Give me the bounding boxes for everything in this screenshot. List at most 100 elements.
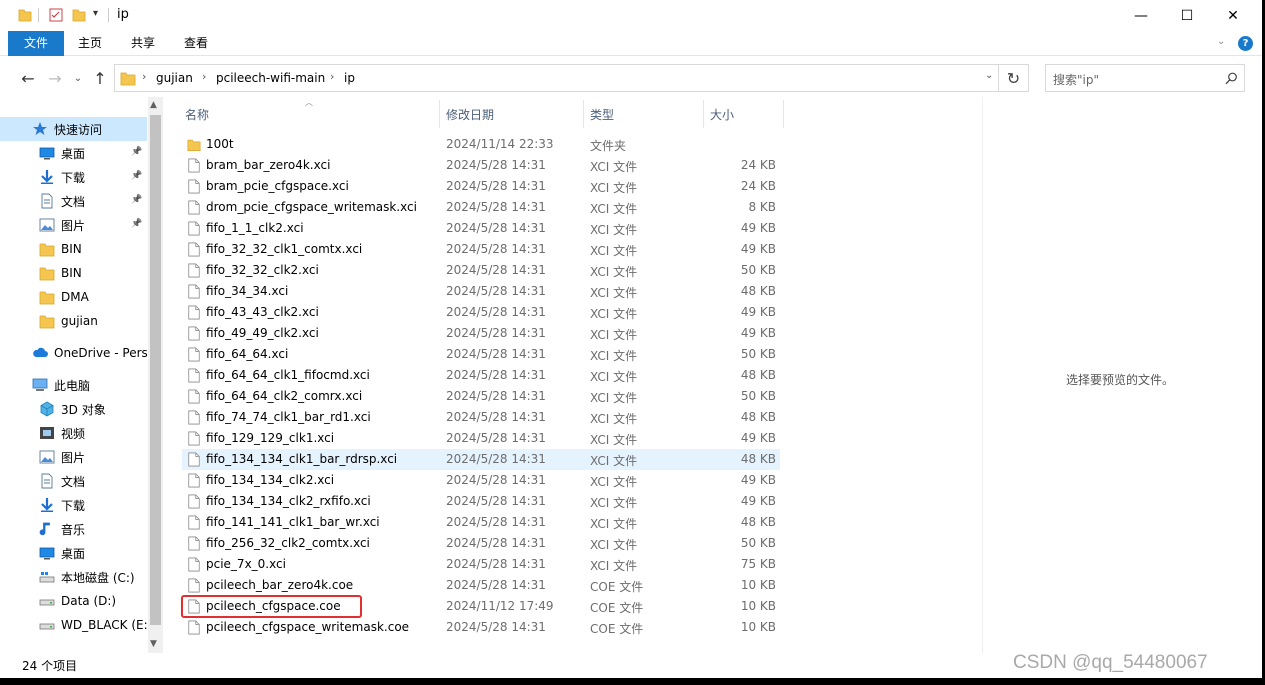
file-row[interactable]: bram_bar_zero4k.xci 2024/5/28 14:31 XCI 文件… — [182, 155, 780, 176]
quick-access-toolbar-chevron-icon[interactable]: ▾ — [93, 8, 98, 19]
minimize-button[interactable]: — — [1118, 0, 1164, 31]
file-row[interactable]: fifo_1_1_clk2.xci 2024/5/28 14:31 XCI 文件 49… — [182, 218, 780, 239]
tab-share[interactable]: 共享 — [119, 31, 167, 56]
nav-item[interactable]: 图片 — [0, 445, 147, 469]
address-bar[interactable]: › gujian › pcileech-wifi-main › ip — [114, 64, 999, 92]
file-row[interactable]: fifo_134_134_clk2.xci 2024/5/28 14:31 XCI … — [182, 470, 780, 491]
file-row[interactable]: fifo_129_129_clk1.xci 2024/5/28 14:31 XCI … — [182, 428, 780, 449]
nav-item[interactable]: 此电脑 — [0, 373, 147, 397]
breadcrumb-separator-icon[interactable]: › — [330, 70, 334, 83]
pin-icon[interactable]: 📌 — [131, 195, 142, 205]
nav-item[interactable]: 快速访问 — [0, 117, 147, 141]
column-header-size[interactable]: 大小 — [710, 103, 734, 127]
column-header-type[interactable]: 类型 — [590, 103, 614, 127]
pin-icon[interactable]: 📌 — [131, 147, 142, 157]
nav-item-label: 文档 — [61, 474, 86, 489]
nav-item[interactable]: gujian — [0, 309, 147, 333]
column-divider[interactable] — [583, 100, 584, 128]
file-row[interactable]: fifo_74_74_clk1_bar_rd1.xci 2024/5/28 14:… — [182, 407, 780, 428]
search-box[interactable]: 搜索"ip" — [1045, 64, 1245, 92]
breadcrumb-gujian[interactable]: gujian — [156, 71, 193, 85]
file-row[interactable]: fifo_34_34.xci 2024/5/28 14:31 XCI 文件 48 KB — [182, 281, 780, 302]
breadcrumb-separator-icon[interactable]: › — [142, 70, 146, 83]
scrollbar-thumb[interactable] — [150, 115, 161, 625]
file-row[interactable]: pcie_7x_0.xci 2024/5/28 14:31 XCI 文件 75 KB — [182, 554, 780, 575]
new-folder-icon[interactable] — [72, 8, 86, 22]
nav-item[interactable]: 下载 — [0, 493, 147, 517]
nav-item[interactable]: OneDrive - Perso — [0, 341, 147, 365]
pin-icon[interactable]: 📌 — [131, 219, 142, 229]
address-history-button[interactable]: ↻ — [999, 64, 1029, 92]
file-row[interactable]: fifo_134_134_clk2_rxfifo.xci 2024/5/28 14… — [182, 491, 780, 512]
file-size: 49 KB — [740, 326, 776, 340]
column-divider[interactable] — [439, 100, 440, 128]
file-row[interactable]: 100t 2024/11/14 22:33 文件夹 — [182, 134, 780, 155]
file-row[interactable]: pcileech_bar_zero4k.coe 2024/5/28 14:31 CO… — [182, 575, 780, 596]
preview-divider[interactable] — [982, 97, 983, 653]
file-type: COE 文件 — [590, 622, 644, 636]
search-icon[interactable] — [1225, 72, 1238, 85]
breadcrumb-pcileech-wifi-main[interactable]: pcileech-wifi-main — [216, 71, 325, 85]
up-button[interactable]: ↑ — [89, 66, 111, 90]
file-size: 48 KB — [740, 515, 776, 529]
properties-icon[interactable] — [49, 8, 63, 22]
tab-home[interactable]: 主页 — [66, 31, 114, 56]
address-dropdown-chevron-icon[interactable]: ⌄ — [985, 70, 993, 81]
nav-item[interactable]: 视频 — [0, 421, 147, 445]
help-icon[interactable]: ? — [1238, 36, 1253, 51]
arrow-up-icon: ↑ — [93, 68, 107, 88]
column-header-name[interactable]: 名称 — [185, 103, 209, 127]
file-row[interactable]: fifo_64_64_clk2_comrx.xci 2024/5/28 14:31… — [182, 386, 780, 407]
nav-item[interactable]: Data (D:) — [0, 589, 147, 613]
column-divider[interactable] — [703, 100, 704, 128]
nav-item[interactable]: BIN — [0, 261, 147, 285]
forward-button[interactable]: → — [44, 66, 66, 90]
file-name: fifo_134_134_clk2_rxfifo.xci — [206, 494, 371, 508]
file-size: 8 KB — [748, 200, 776, 214]
file-row[interactable]: fifo_32_32_clk2.xci 2024/5/28 14:31 XCI 文件… — [182, 260, 780, 281]
column-header-date[interactable]: 修改日期 — [446, 103, 494, 127]
file-date: 2024/5/28 14:31 — [446, 347, 546, 361]
nav-item[interactable]: 文档 — [0, 469, 147, 493]
nav-item-label: WD_BLACK (E:) — [61, 618, 147, 632]
nav-item[interactable]: 下载 — [0, 165, 147, 189]
close-button[interactable]: ✕ — [1210, 0, 1256, 31]
nav-scrollbar[interactable]: ▲ ▼ — [148, 97, 163, 653]
file-row[interactable]: drom_pcie_cfgspace_writemask.xci 2024/5/2… — [182, 197, 780, 218]
ribbon-expand-chevron-icon[interactable]: ⌄ — [1217, 36, 1225, 47]
scroll-up-icon[interactable]: ▲ — [150, 100, 157, 110]
nav-item[interactable]: BIN — [0, 237, 147, 261]
file-row[interactable]: fifo_49_49_clk2.xci 2024/5/28 14:31 XCI 文件… — [182, 323, 780, 344]
file-row[interactable]: bram_pcie_cfgspace.xci 2024/5/28 14:31 XCI… — [182, 176, 780, 197]
file-type: XCI 文件 — [590, 223, 638, 237]
file-row[interactable]: fifo_64_64_clk1_fifocmd.xci 2024/5/28 14:… — [182, 365, 780, 386]
file-row[interactable]: fifo_256_32_clk2_comtx.xci 2024/5/28 14:3… — [182, 533, 780, 554]
nav-item[interactable]: 本地磁盘 (C:) — [0, 565, 147, 589]
nav-item[interactable]: 音乐 — [0, 517, 147, 541]
nav-item[interactable]: 3D 对象 — [0, 397, 147, 421]
scroll-down-icon[interactable]: ▼ — [150, 639, 157, 649]
nav-item-label: DMA — [61, 290, 89, 304]
nav-item[interactable]: 桌面 — [0, 541, 147, 565]
tab-view[interactable]: 查看 — [172, 31, 220, 56]
nav-item[interactable]: 文档 — [0, 189, 147, 213]
file-row[interactable]: pcileech_cfgspace_writemask.coe 2024/5/28… — [182, 617, 780, 638]
tab-file[interactable]: 文件 — [8, 31, 64, 56]
file-row[interactable]: fifo_43_43_clk2.xci 2024/5/28 14:31 XCI 文件… — [182, 302, 780, 323]
recent-locations-button[interactable]: ⌄ — [67, 66, 89, 90]
nav-item[interactable]: DMA — [0, 285, 147, 309]
maximize-button[interactable]: ☐ — [1164, 0, 1210, 31]
file-row[interactable]: fifo_64_64.xci 2024/5/28 14:31 XCI 文件 50 KB — [182, 344, 780, 365]
nav-item[interactable]: 桌面 — [0, 141, 147, 165]
file-row[interactable]: fifo_134_134_clk1_bar_rdrsp.xci 2024/5/28… — [182, 449, 780, 470]
pin-icon[interactable]: 📌 — [131, 171, 142, 181]
file-row[interactable]: fifo_32_32_clk1_comtx.xci 2024/5/28 14:31… — [182, 239, 780, 260]
nav-item[interactable]: 图片 — [0, 213, 147, 237]
breadcrumb-separator-icon[interactable]: › — [202, 70, 206, 83]
breadcrumb-ip[interactable]: ip — [344, 71, 355, 85]
nav-item[interactable]: WD_BLACK (E:) — [0, 613, 147, 637]
back-button[interactable]: ← — [17, 66, 39, 90]
column-divider[interactable] — [783, 100, 784, 128]
file-row[interactable]: fifo_141_141_clk1_bar_wr.xci 2024/5/28 14… — [182, 512, 780, 533]
file-icon — [188, 179, 200, 194]
